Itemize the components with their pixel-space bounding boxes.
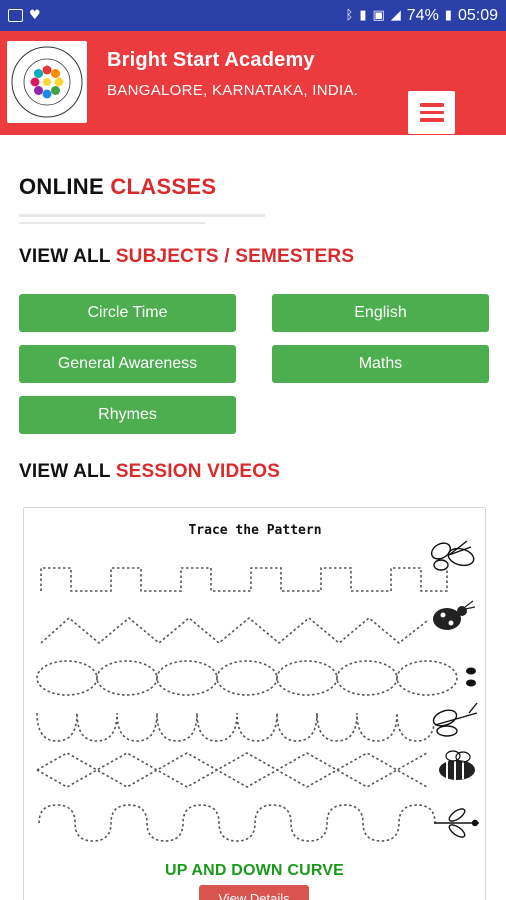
ladybug-icon bbox=[433, 600, 476, 630]
main-content: ONLINE CLASSES VIEW ALL SUBJECTS / SEMES… bbox=[0, 174, 506, 900]
battery-level: 74% bbox=[406, 6, 439, 24]
u-curve-pattern bbox=[36, 712, 435, 742]
view-details-button[interactable]: View Details bbox=[199, 885, 309, 900]
page-title-part1: ONLINE bbox=[19, 174, 104, 199]
brand-location: BANGALORE, KARNATAKA, INDIA. bbox=[107, 82, 359, 99]
bee-icon bbox=[439, 750, 475, 780]
heart-notification-icon: ♥ bbox=[29, 8, 41, 23]
subjects-heading: VIEW ALL SUBJECTS / SEMESTERS bbox=[19, 246, 487, 268]
videos-heading-part2: SESSION VIDEOS bbox=[115, 461, 281, 482]
session-video-card[interactable]: Trace the Pattern UP AND DOWN CURVE View… bbox=[23, 507, 486, 900]
bluetooth-icon: ᛒ bbox=[345, 8, 354, 23]
videos-heading-part1: VIEW ALL bbox=[19, 461, 111, 482]
clock: 05:09 bbox=[457, 6, 498, 24]
title-divider bbox=[19, 214, 265, 217]
subjects-heading-part2: SUBJECTS / SEMESTERS bbox=[115, 246, 355, 267]
title-divider-secondary bbox=[19, 222, 205, 224]
subject-button-general-awareness[interactable]: General Awareness bbox=[19, 345, 236, 383]
worksheet-title: Trace the Pattern bbox=[188, 523, 322, 538]
subject-button-english[interactable]: English bbox=[272, 294, 489, 332]
menu-icon-bar bbox=[419, 110, 444, 115]
brand-name: Bright Start Academy bbox=[107, 49, 315, 71]
page-title-part2: CLASSES bbox=[110, 174, 217, 199]
volte-icon: ▮ bbox=[359, 8, 367, 23]
app-header: Bright Start Academy BANGALORE, KARNATAK… bbox=[0, 31, 506, 135]
oval-pattern bbox=[36, 660, 98, 696]
subject-button-circle-time[interactable]: Circle Time bbox=[19, 294, 236, 332]
square-wave-pattern bbox=[40, 567, 448, 592]
battery-icon: ▮ bbox=[444, 8, 452, 23]
video-caption: UP AND DOWN CURVE bbox=[164, 862, 345, 879]
sim-icon: ▣ bbox=[372, 8, 385, 23]
subjects-grid: Circle Time English General Awareness Ma… bbox=[19, 294, 489, 434]
academy-logo-image bbox=[11, 46, 83, 118]
zigzag-pattern bbox=[40, 616, 428, 645]
butterfly-icon bbox=[430, 540, 475, 571]
subject-button-rhymes[interactable]: Rhymes bbox=[19, 396, 236, 434]
menu-icon-bar bbox=[419, 118, 444, 122]
eyes-icon bbox=[466, 667, 476, 687]
subject-button-maths[interactable]: Maths bbox=[272, 345, 489, 383]
dragonfly-icon bbox=[434, 808, 479, 838]
academy-logo[interactable] bbox=[7, 41, 87, 123]
diamond-pattern bbox=[36, 752, 428, 788]
butterfly-small-icon bbox=[432, 702, 478, 737]
gallery-notification-icon bbox=[8, 9, 23, 22]
up-down-curve-pattern bbox=[38, 804, 436, 842]
brand-block: Bright Start Academy BANGALORE, KARNATAK… bbox=[107, 49, 358, 99]
hamburger-menu-button[interactable] bbox=[408, 91, 455, 134]
menu-icon-bar bbox=[419, 103, 444, 107]
videos-heading: VIEW ALL SESSION VIDEOS bbox=[19, 461, 487, 483]
signal-icon: ◢ bbox=[390, 8, 401, 23]
trace-pattern-image bbox=[36, 540, 479, 842]
status-bar: ♥ ᛒ ▮ ▣ ◢ 74% ▮ 05:09 bbox=[0, 0, 506, 31]
page-title: ONLINE CLASSES bbox=[19, 174, 487, 200]
video-thumbnail[interactable]: Trace the Pattern bbox=[29, 513, 481, 853]
subjects-heading-part1: VIEW ALL bbox=[19, 246, 111, 267]
